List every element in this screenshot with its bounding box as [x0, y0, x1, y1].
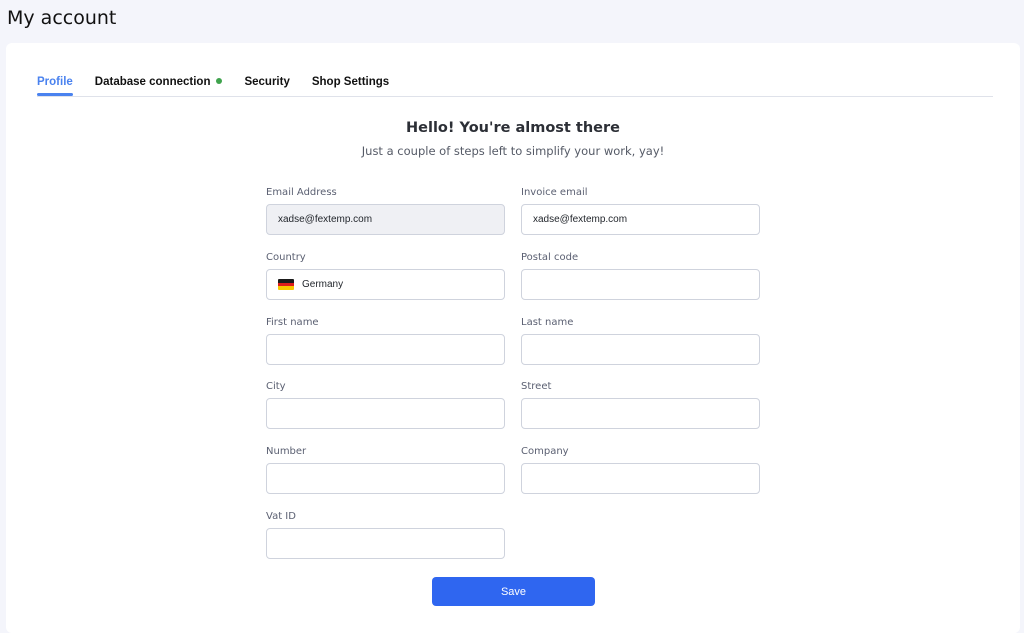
number-field-group: Number [266, 445, 505, 494]
vat-id-label: Vat ID [266, 511, 296, 522]
vat-id-field[interactable] [266, 528, 505, 559]
tab-label: Database connection [94, 76, 211, 88]
tab-profile[interactable]: Profile [37, 73, 73, 96]
street-field-group: Street [521, 380, 760, 429]
account-tabs: Profile Database connection Security Sho… [37, 73, 993, 97]
vat-id-field-group: Vat ID [266, 510, 505, 559]
tab-security[interactable]: Security [244, 73, 289, 95]
last-name-field-group: Last name [521, 316, 760, 365]
company-field-group: Company [521, 445, 760, 494]
number-label: Number [266, 446, 307, 457]
intro-title: Hello! You're almost there [406, 120, 620, 136]
email-field-group: Email Address xadse@fextemp.com [266, 186, 505, 235]
invoice-email-field[interactable]: xadse@fextemp.com [521, 204, 760, 235]
country-field-group: Country Germany [266, 251, 505, 300]
number-field[interactable] [266, 463, 505, 494]
postal-code-field[interactable] [521, 269, 760, 300]
page-title: My account [7, 7, 117, 29]
last-name-label: Last name [521, 317, 574, 328]
postal-code-label: Postal code [521, 252, 579, 263]
invoice-email-value: xadse@fextemp.com [533, 214, 628, 225]
first-name-field-group: First name [266, 316, 505, 365]
account-card: Profile Database connection Security Sho… [6, 43, 1020, 633]
connection-status-icon [216, 77, 223, 84]
invoice-email-field-group: Invoice email xadse@fextemp.com [521, 186, 760, 235]
last-name-field[interactable] [521, 334, 760, 365]
tab-label: Profile [37, 76, 73, 88]
first-name-label: First name [266, 317, 319, 328]
country-value: Germany [302, 279, 344, 290]
email-field[interactable]: xadse@fextemp.com [266, 204, 505, 235]
country-select[interactable]: Germany [266, 269, 505, 300]
email-value: xadse@fextemp.com [278, 214, 373, 225]
tab-shop-settings[interactable]: Shop Settings [312, 73, 389, 95]
company-field[interactable] [521, 463, 760, 494]
tab-label: Security [244, 76, 290, 88]
postal-code-field-group: Postal code [521, 251, 760, 300]
email-label: Email Address [266, 187, 337, 198]
first-name-field[interactable] [266, 334, 505, 365]
country-label: Country [266, 252, 306, 263]
tab-database-connection[interactable]: Database connection [95, 73, 223, 95]
company-label: Company [521, 446, 569, 457]
invoice-email-label: Invoice email [521, 187, 588, 198]
street-label: Street [521, 381, 552, 392]
city-field[interactable] [266, 398, 505, 429]
tab-label: Shop Settings [311, 76, 390, 88]
street-field[interactable] [521, 398, 760, 429]
germany-flag-icon [278, 279, 294, 290]
city-label: City [266, 381, 286, 392]
city-field-group: City [266, 380, 505, 429]
intro-subtitle: Just a couple of steps left to simplify … [361, 144, 665, 158]
save-button[interactable]: Save [432, 577, 595, 606]
